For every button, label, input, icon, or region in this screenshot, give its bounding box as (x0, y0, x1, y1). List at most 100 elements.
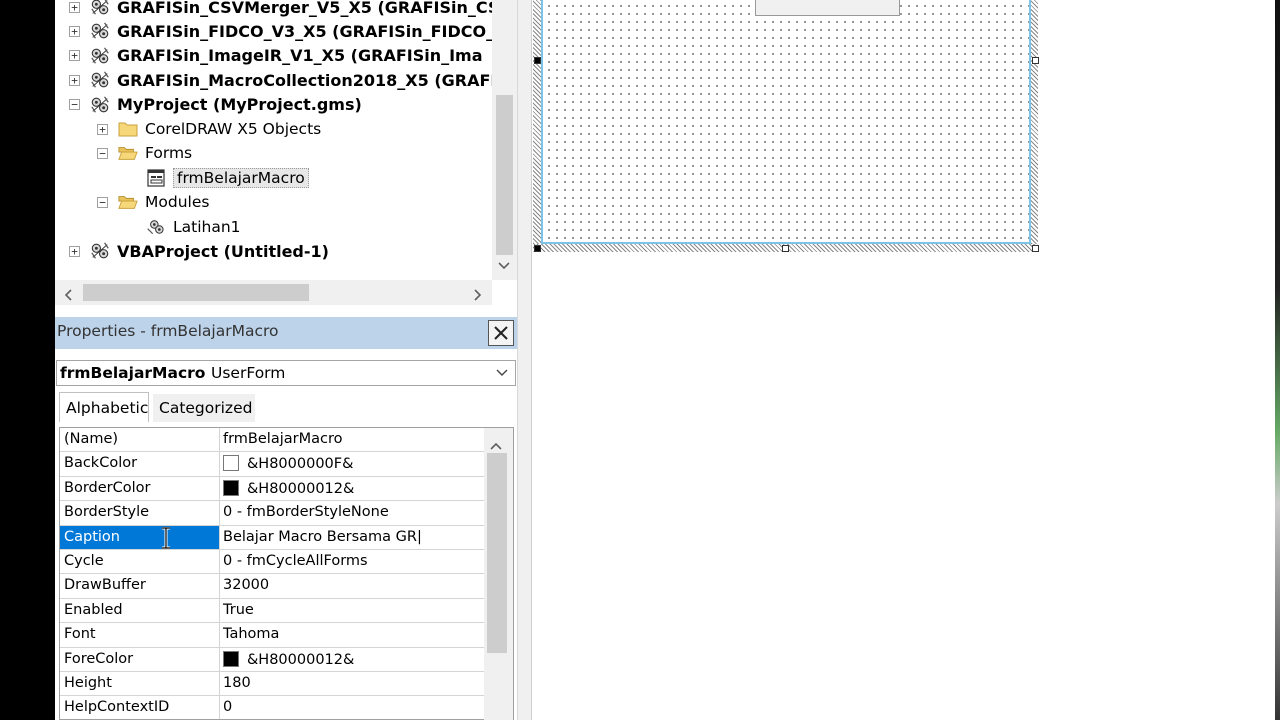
close-icon (494, 326, 508, 340)
tree-item[interactable]: frmBelajarMacro (125, 166, 309, 190)
tree-item[interactable]: + VBAProject (Untitled-1) (69, 239, 329, 262)
tree-item-label: GRAFISin_CSVMerger_V5_X5 (GRAFISin_CS (117, 0, 492, 17)
ibeam-cursor-icon (162, 527, 170, 549)
background-strip (1275, 0, 1280, 720)
property-value-text: 0 (223, 699, 233, 716)
property-value[interactable]: &H8000000F& (223, 455, 353, 472)
scroll-down-icon[interactable] (498, 260, 510, 273)
tree-item[interactable]: − Forms (97, 141, 192, 165)
property-name: BackColor (64, 455, 138, 472)
vba-project-icon (90, 46, 110, 66)
property-name: Height (64, 675, 112, 691)
property-value-text: &H80000012& (247, 651, 355, 668)
tree-item[interactable]: − MyProject (MyProject.gms) (69, 93, 362, 117)
property-value-text: &H80000012& (247, 480, 355, 497)
folder-icon (118, 119, 138, 139)
property-value[interactable]: 0 (223, 699, 232, 715)
folder-open-icon (118, 192, 138, 212)
color-swatch (223, 479, 239, 496)
tree-hscroll-thumb[interactable] (83, 284, 309, 301)
property-row[interactable]: Caption Belajar Macro Bersama GR| (60, 525, 484, 550)
chevron-down-icon (496, 369, 508, 376)
tab-categorized[interactable]: Categorized (153, 394, 255, 422)
resize-handle-left[interactable] (534, 57, 541, 64)
property-value[interactable]: &H80000012& (223, 650, 355, 668)
property-value[interactable]: 180 (223, 675, 251, 691)
tree-item-label: frmBelajarMacro (173, 167, 309, 188)
resize-handle-bottom-left[interactable] (534, 245, 541, 252)
project-tree: + GRAFISin_CSVMerger_V5_X5 (GRAFISin_CS + G… (55, 0, 492, 262)
vba-project-icon (90, 70, 110, 90)
tree-item-label: VBAProject (Untitled-1) (117, 241, 329, 261)
property-row[interactable]: BorderColor &H80000012& (60, 476, 484, 502)
scroll-right-icon[interactable] (474, 286, 482, 305)
scroll-left-icon[interactable] (64, 286, 72, 305)
properties-title: Properties - frmBelajarMacro (57, 322, 279, 340)
object-type: UserForm (211, 364, 286, 382)
tree-item[interactable]: + GRAFISin_ImageIR_V1_X5 (GRAFISin_Ima (69, 44, 483, 68)
property-row[interactable]: HelpContextID 0 (60, 696, 484, 719)
property-value-text: 32000 (223, 577, 270, 594)
tree-item-label: GRAFISin_MacroCollection2018_X5 (GRAFI (117, 70, 492, 90)
property-name: Cycle (64, 553, 104, 569)
vba-project-icon (90, 241, 110, 261)
tab-alphabetic[interactable]: Alphabetic (59, 392, 149, 422)
property-row[interactable]: Enabled True (60, 598, 484, 624)
expand-icon[interactable]: + (97, 123, 108, 135)
expand-icon[interactable]: + (69, 74, 80, 86)
property-value-text: 180 (223, 675, 251, 691)
tree-scroll-thumb[interactable] (496, 95, 513, 255)
expand-icon[interactable]: + (69, 50, 80, 62)
property-value[interactable]: Belajar Macro Bersama GR| (223, 529, 422, 545)
property-value-text: 0 - fmBorderStyleNone (223, 504, 389, 521)
property-value[interactable]: 0 - fmBorderStyleNone (223, 504, 389, 520)
expand-icon[interactable]: + (69, 25, 80, 37)
property-value-text: Belajar Macro Bersama GR| (223, 528, 422, 545)
expand-icon[interactable]: + (69, 245, 80, 257)
tree-item[interactable]: − Modules (97, 190, 209, 214)
property-row[interactable]: (Name) frmBelajarMacro (60, 428, 484, 453)
property-row[interactable]: DrawBuffer 32000 (60, 574, 484, 599)
object-selector[interactable]: frmBelajarMacro UserForm (56, 360, 516, 386)
collapse-icon[interactable]: − (97, 147, 108, 159)
object-name: frmBelajarMacro (60, 364, 206, 382)
form-selection-border-left (533, 0, 541, 252)
property-value[interactable]: True (223, 602, 254, 618)
userform-canvas[interactable] (541, 0, 1031, 244)
tree-item[interactable]: + GRAFISin_FIDCO_V3_X5 (GRAFISin_FIDCO_ (69, 19, 492, 43)
property-grid: (Name) frmBelajarMacro BackColor &H8000000F… (59, 427, 514, 720)
vba-project-icon (90, 95, 110, 115)
tree-item[interactable]: + GRAFISin_MacroCollection2018_X5 (GRAFI (69, 68, 492, 92)
grid-scroll-thumb[interactable] (487, 453, 507, 653)
property-row[interactable]: Cycle 0 - fmCycleAllForms (60, 550, 484, 575)
property-row[interactable]: BackColor &H8000000F& (60, 452, 484, 477)
expand-icon[interactable]: + (69, 1, 80, 13)
form-selection-border-right (1031, 0, 1038, 252)
splitter[interactable] (517, 0, 532, 720)
resize-handle-bottom[interactable] (782, 245, 789, 252)
form-control-button[interactable] (755, 0, 900, 16)
property-value[interactable]: frmBelajarMacro (223, 431, 342, 447)
close-button[interactable] (488, 320, 514, 346)
property-value[interactable]: Tahoma (223, 626, 279, 642)
property-row[interactable]: Font Tahoma (60, 623, 484, 648)
collapse-icon[interactable]: − (69, 99, 80, 111)
property-name: Enabled (64, 601, 123, 618)
property-value-text: True (223, 601, 254, 618)
tree-item[interactable]: + GRAFISin_CSVMerger_V5_X5 (GRAFISin_CS (69, 0, 492, 19)
property-value[interactable]: 0 - fmCycleAllForms (223, 553, 368, 569)
scroll-up-icon[interactable] (490, 435, 502, 454)
property-value[interactable]: 32000 (223, 577, 269, 593)
resize-handle-right[interactable] (1032, 57, 1039, 64)
property-name: BorderColor (64, 479, 151, 496)
collapse-icon[interactable]: − (97, 196, 108, 208)
tree-item[interactable]: + CorelDRAW X5 Objects (97, 117, 321, 141)
tree-item[interactable]: Latihan1 (125, 215, 241, 239)
property-name: HelpContextID (64, 699, 170, 716)
property-row[interactable]: BorderStyle 0 - fmBorderStyleNone (60, 501, 484, 526)
property-row[interactable]: ForeColor &H80000012& (60, 647, 484, 672)
module-icon (146, 217, 166, 237)
property-value[interactable]: &H80000012& (223, 479, 355, 497)
resize-handle-bottom-right[interactable] (1032, 245, 1039, 252)
property-row[interactable]: Height 180 (60, 672, 484, 697)
